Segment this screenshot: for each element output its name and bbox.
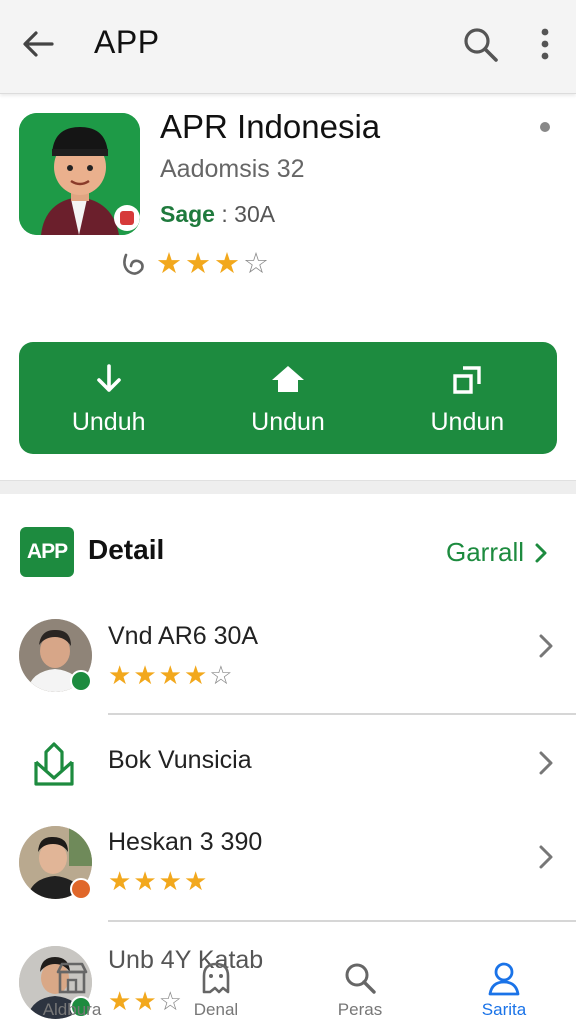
action-label: Unduh	[71, 407, 146, 436]
home-icon	[271, 365, 304, 392]
status-badge	[70, 670, 92, 692]
section-divider	[0, 480, 576, 494]
chevron-right-icon	[539, 634, 553, 658]
top-app-bar: APP	[0, 0, 576, 94]
ghost-chat-icon	[202, 962, 230, 994]
nav-item-store[interactable]: Aldbura	[0, 948, 144, 1024]
rating-stars: ★ ★ ★ ★ ☆	[108, 662, 233, 690]
nav-label: Aldbura	[42, 1000, 102, 1019]
star-empty-icon: ☆	[243, 246, 269, 280]
search-icon	[345, 963, 376, 994]
star-filled-icon: ★	[156, 246, 182, 280]
app-subtitle: Aadomsis 32	[160, 155, 305, 183]
action-label: Undun	[251, 407, 325, 436]
nav-item-search[interactable]: Peras	[288, 948, 432, 1024]
star-filled-icon: ★	[133, 867, 157, 897]
star-filled-icon: ★	[185, 246, 211, 280]
status-badge	[70, 878, 92, 900]
app-size: Sage : 30A	[160, 201, 275, 228]
nav-label: Sarita	[481, 1000, 527, 1019]
star-filled-icon: ★	[158, 867, 182, 897]
search-icon[interactable]	[460, 24, 500, 64]
list-item-title: Bok Vunsicia	[108, 746, 252, 774]
leaf-icon	[123, 253, 144, 275]
detail-title: Detail	[88, 534, 165, 565]
action-label: Undun	[430, 407, 505, 436]
home-button[interactable]: Undun	[198, 342, 377, 454]
star-filled-icon: ★	[108, 867, 132, 897]
chevron-right-icon	[535, 543, 547, 562]
app-icon	[19, 113, 140, 235]
list-item[interactable]: Vnd AR6 30A ★ ★ ★ ★ ☆	[0, 612, 576, 712]
action-bar: Unduh Undun Undun	[19, 342, 557, 454]
app-size-value: : 30A	[214, 201, 276, 227]
app-size-label: Sage	[160, 201, 215, 227]
chevron-right-icon	[539, 845, 553, 869]
rating-stars: ★ ★ ★ ☆	[156, 248, 269, 278]
star-filled-icon: ★	[108, 661, 132, 691]
chevron-right-icon	[539, 751, 553, 775]
avatar-illustration-icon	[19, 113, 140, 235]
see-all-label: Garrall	[446, 537, 525, 567]
nav-item-chat[interactable]: Denal	[144, 948, 288, 1024]
back-arrow-icon[interactable]	[18, 24, 58, 64]
nav-label: Peras	[337, 1000, 383, 1019]
star-filled-icon: ★	[214, 246, 240, 280]
star-filled-icon: ★	[133, 661, 157, 691]
star-empty-icon: ☆	[209, 661, 233, 691]
open-external-icon	[453, 365, 482, 394]
list-divider	[108, 713, 576, 715]
star-filled-icon: ★	[158, 661, 182, 691]
upload-tray-icon	[34, 742, 74, 786]
see-all-link[interactable]: Garrall	[446, 537, 548, 568]
more-vert-icon[interactable]	[530, 24, 560, 64]
list-divider	[108, 920, 576, 922]
open-button[interactable]: Undun	[378, 342, 557, 454]
nav-label: Denal	[193, 1000, 239, 1019]
bottom-navigation: Aldbura Denal Peras Sarita	[0, 948, 576, 1024]
app-name: APR Indonesia	[160, 108, 381, 145]
download-icon	[96, 363, 121, 392]
list-item[interactable]: Heskan 3 390 ★ ★ ★ ★	[0, 818, 576, 918]
profile-icon	[488, 962, 520, 996]
download-button[interactable]: Unduh	[19, 342, 198, 454]
page-title: APP	[94, 24, 160, 60]
list-item-title: Heskan 3 390	[108, 828, 263, 856]
nav-item-profile[interactable]: Sarita	[432, 948, 576, 1024]
store-icon	[56, 962, 88, 994]
star-filled-icon: ★	[183, 661, 208, 691]
detail-logo: APP	[20, 527, 74, 577]
app-rating: ★ ★ ★ ☆	[120, 248, 269, 278]
star-filled-icon: ★	[183, 867, 208, 897]
list-item[interactable]: Bok Vunsicia	[0, 724, 576, 814]
rating-stars: ★ ★ ★ ★	[108, 868, 207, 896]
indicator-dot	[540, 122, 550, 132]
list-item-title: Vnd AR6 30A	[108, 622, 259, 650]
